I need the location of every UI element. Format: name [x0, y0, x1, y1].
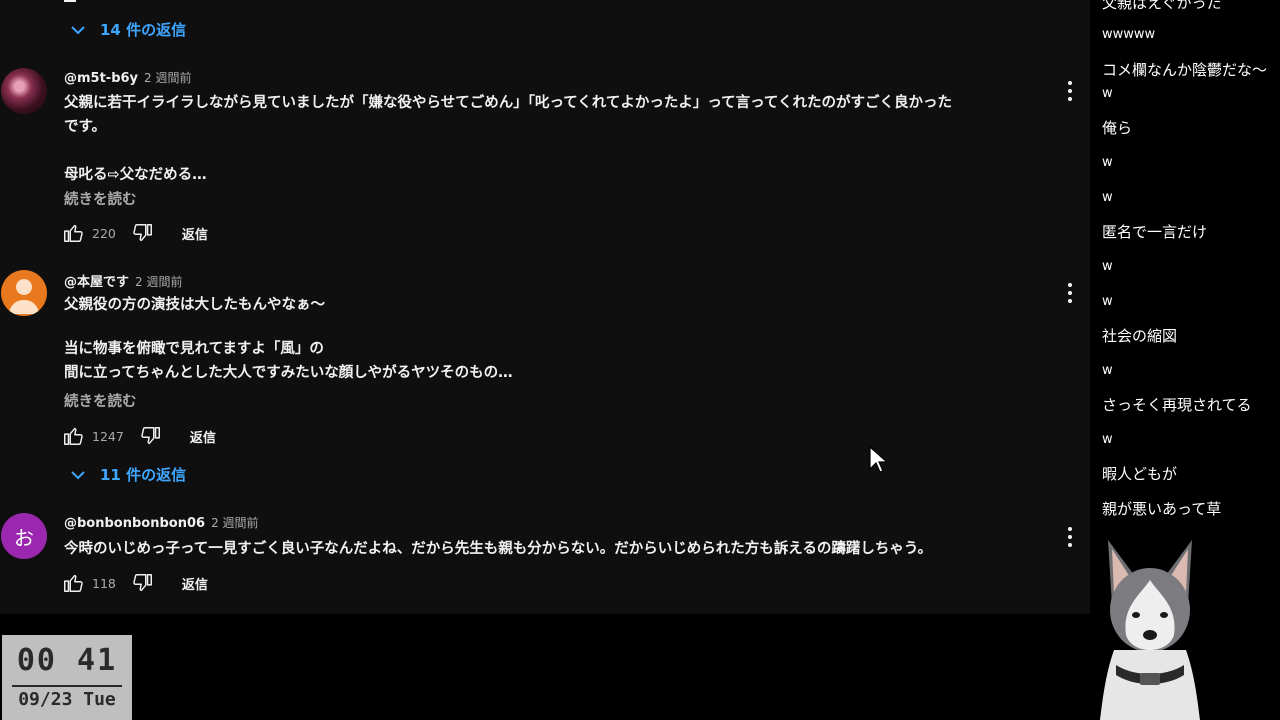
dislike-icon[interactable] — [140, 425, 162, 447]
chat-message: w — [1102, 432, 1113, 447]
reply-button[interactable]: 返信 — [182, 574, 208, 593]
avatar-letter: お — [14, 525, 34, 550]
like-count: 118 — [92, 575, 116, 591]
default-avatar-icon — [9, 279, 39, 314]
comment-text: 父親に若干イライラしながら見ていましたが「嫌な役やらせてごめん」「叱ってくれてよ… — [64, 91, 1054, 187]
chat-message: w — [1102, 294, 1113, 309]
cut-off-icon — [64, 0, 76, 2]
chat-message: w — [1102, 155, 1113, 170]
avatar[interactable] — [1, 270, 47, 316]
more-options-icon[interactable] — [1067, 527, 1073, 547]
chat-message: 父親はえぐかった — [1102, 0, 1222, 12]
comment-blank-line — [64, 317, 1054, 337]
like-count: 1247 — [92, 428, 124, 444]
more-options-icon[interactable] — [1067, 283, 1073, 303]
avatar[interactable] — [1, 68, 47, 114]
chat-message: w — [1102, 190, 1113, 205]
comment-blank-line — [64, 139, 1054, 163]
comment-author[interactable]: @m5t-b6y — [64, 71, 138, 86]
comment-actions: 220 返信 — [62, 222, 208, 244]
chat-message: wwwww — [1102, 27, 1156, 42]
husky-avatar-image — [1100, 540, 1200, 720]
comment-text: 今時のいじめっ子って一見すごく良い子なんだよね、だから先生も親も分からない。だか… — [64, 537, 1054, 561]
chat-message: コメ欄なんか陰鬱だな～ — [1102, 61, 1268, 79]
comment-actions: 1247 返信 — [62, 425, 216, 447]
comment-time[interactable]: 2 週間前 — [211, 514, 258, 531]
more-options-icon[interactable] — [1067, 81, 1073, 101]
screen: 14 件の返信 @m5t-b6y 2 週間前 父親に若干イライラしながら見ていま… — [0, 0, 1280, 720]
comment-header: @m5t-b6y 2 週間前 — [64, 69, 191, 86]
mouse-cursor-icon — [869, 445, 889, 473]
like-icon[interactable] — [62, 425, 84, 447]
comment-author[interactable]: @本屋です — [64, 271, 129, 290]
chat-message: 社会の縮図 — [1102, 327, 1178, 345]
read-more-link[interactable]: 続きを読む — [64, 390, 137, 411]
like-count: 220 — [92, 225, 116, 241]
chat-message: 匿名で一言だけ — [1102, 223, 1208, 241]
comment-text: 父親役の方の演技は大したもんやなぁ～ 当に物事を俯瞰で見れてますよ「風」の 間に… — [64, 293, 1054, 385]
clock-date: 09/23 Tue — [18, 689, 116, 710]
chat-message: w — [1102, 363, 1113, 378]
chat-message: w — [1102, 259, 1113, 274]
comment-actions: 118 返信 — [62, 572, 208, 594]
comment-time[interactable]: 2 週間前 — [135, 273, 182, 290]
like-icon[interactable] — [62, 222, 84, 244]
chat-message: w — [1102, 86, 1113, 101]
comments-panel: 14 件の返信 @m5t-b6y 2 週間前 父親に若干イライラしながら見ていま… — [0, 0, 1090, 614]
comment-author[interactable]: @bonbonbonbon06 — [64, 516, 205, 531]
reply-button[interactable]: 返信 — [182, 224, 208, 243]
chat-message: 親が悪いあって草 — [1102, 500, 1222, 518]
chat-message: さっそく再現されてる — [1102, 396, 1252, 414]
comment-line: 当に物事を俯瞰で見れてますよ「風」の — [64, 341, 324, 357]
comment-line: 父親に若干イライラしながら見ていましたが「嫌な役やらせてごめん」「叱ってくれてよ… — [64, 95, 952, 111]
like-icon[interactable] — [62, 572, 84, 594]
avatar[interactable]: お — [1, 513, 47, 559]
replies-toggle-label: 11 件の返信 — [100, 466, 187, 484]
replies-toggle[interactable]: 11 件の返信 — [70, 464, 186, 485]
dislike-icon[interactable] — [132, 572, 154, 594]
clock-time: 00 41 — [16, 643, 118, 678]
comment-time[interactable]: 2 週間前 — [144, 69, 191, 86]
comment-line: 間に立ってちゃんとした大人ですみたいな顔しやがるヤツそのもの… — [64, 365, 513, 381]
dislike-icon[interactable] — [132, 222, 154, 244]
read-more-link[interactable]: 続きを読む — [64, 188, 137, 209]
reply-button[interactable]: 返信 — [190, 427, 216, 446]
comment-header: @本屋です 2 週間前 — [64, 271, 182, 290]
clock-divider — [12, 685, 122, 687]
clock-widget: 00 41 09/23 Tue — [2, 635, 132, 720]
chat-message: 俺ら — [1102, 119, 1133, 137]
replies-toggle-label: 14 件の返信 — [100, 21, 187, 39]
chevron-down-icon — [71, 470, 85, 479]
chat-message: 暇人どもが — [1102, 465, 1178, 483]
comment-line: 父親役の方の演技は大したもんやなぁ～ — [64, 297, 325, 313]
comment-line: 母叱る⇨父なだめる… — [64, 167, 207, 183]
replies-toggle-top[interactable]: 14 件の返信 — [70, 19, 186, 40]
comment-line: 今時のいじめっ子って一見すごく良い子なんだよね、だから先生も親も分からない。だか… — [64, 541, 932, 557]
chevron-down-icon — [71, 25, 85, 34]
comment-header: @bonbonbonbon06 2 週間前 — [64, 514, 259, 531]
comment-line: です。 — [64, 119, 107, 135]
